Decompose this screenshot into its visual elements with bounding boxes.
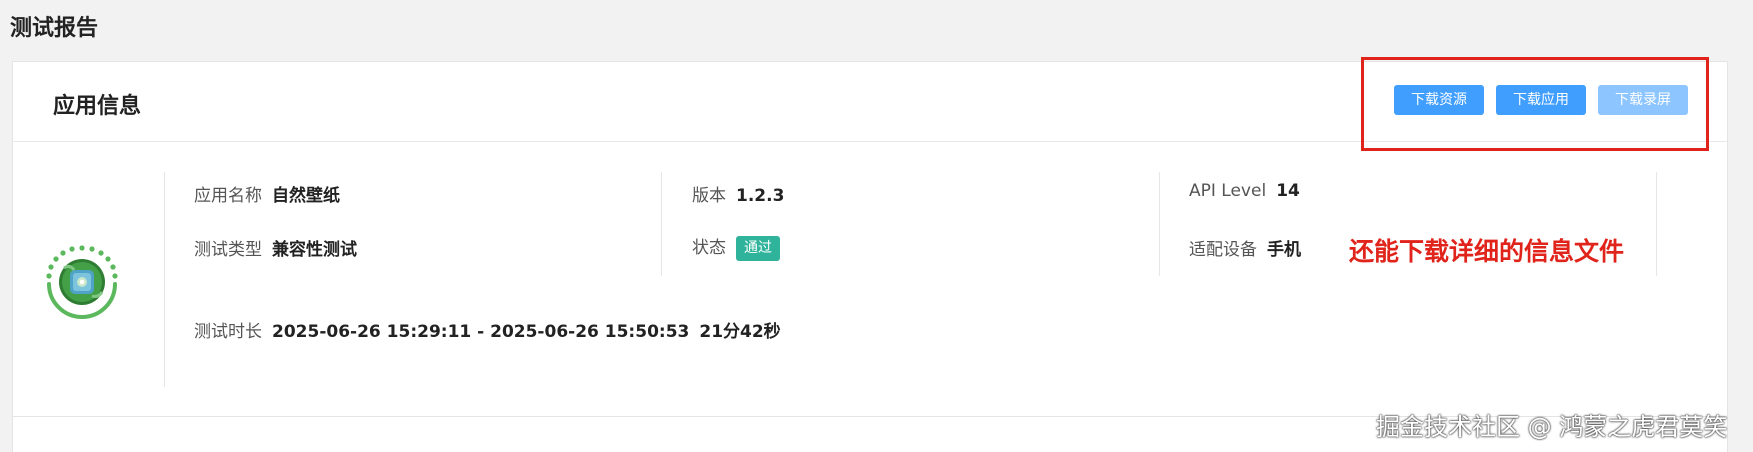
status-badge: 通过 <box>736 235 780 261</box>
annotation-text: 还能下载详细的信息文件 <box>1349 237 1625 266</box>
test-duration-total: 21分42秒 <box>699 322 781 342</box>
watermark: 掘金技术社区 @ 鸿蒙之虎君莫笑 <box>1376 413 1728 441</box>
test-duration-field: 测试时长 2025-06-26 15:29:11 - 2025-06-26 15:… <box>194 317 781 342</box>
column-divider <box>164 172 165 387</box>
version-label: 版本 <box>692 186 726 206</box>
column-divider <box>661 172 662 276</box>
api-level-field: API Level 14 <box>1189 181 1300 201</box>
test-duration-label: 测试时长 <box>194 322 262 342</box>
test-report-page: 测试报告 应用信息 下载资源 下载应用 下载录屏 应用名称 自然壁纸 测试类型 … <box>0 0 1753 452</box>
column-divider <box>1656 172 1657 276</box>
device-label: 适配设备 <box>1189 240 1257 260</box>
app-name-label: 应用名称 <box>194 186 262 206</box>
version-value: 1.2.3 <box>736 186 785 206</box>
card-title: 应用信息 <box>53 93 142 118</box>
api-level-label: API Level <box>1189 181 1267 201</box>
test-duration-range: 2025-06-26 15:29:11 - 2025-06-26 15:50:5… <box>272 322 690 342</box>
app-logo-column <box>0 172 152 387</box>
device-field: 适配设备 手机 <box>1189 235 1301 260</box>
status-field: 状态 通过 <box>692 233 780 261</box>
download-buttons-highlight-box <box>1361 57 1709 151</box>
test-type-label: 测试类型 <box>194 240 262 260</box>
test-type-value: 兼容性测试 <box>272 240 357 260</box>
column-divider <box>1159 172 1160 276</box>
app-logo-icon <box>40 238 124 322</box>
status-label: 状态 <box>692 238 726 258</box>
app-name-value: 自然壁纸 <box>272 186 340 206</box>
device-value: 手机 <box>1267 240 1301 260</box>
test-type-field: 测试类型 兼容性测试 <box>194 235 357 260</box>
version-field: 版本 1.2.3 <box>692 181 784 206</box>
page-title: 测试报告 <box>10 15 99 40</box>
api-level-value: 14 <box>1276 181 1300 201</box>
app-name-field: 应用名称 自然壁纸 <box>194 181 340 206</box>
